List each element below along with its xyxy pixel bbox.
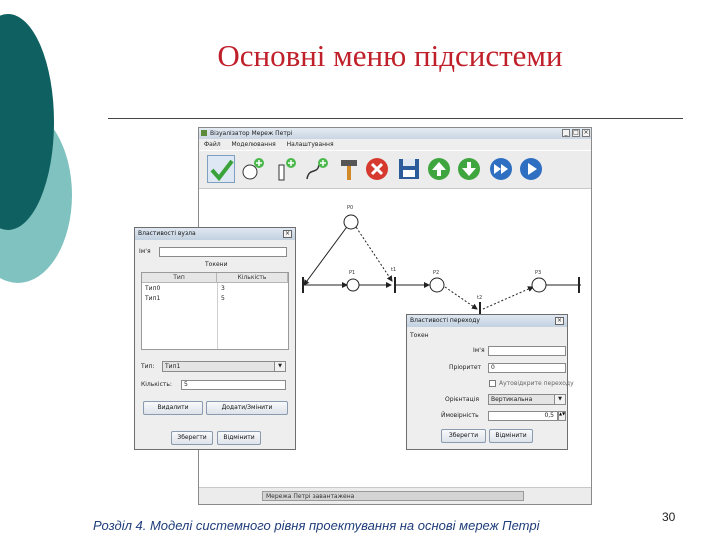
- slide-footer: Розділ 4. Моделі системного рівня проект…: [93, 518, 540, 533]
- orientation-select-value: Вертикальна: [491, 396, 533, 403]
- table-cell-type[interactable]: Тип1: [142, 294, 217, 303]
- name-label: Ім'я: [473, 347, 485, 354]
- hammer-icon: [341, 160, 357, 180]
- node-properties-dialog: Властивості вузла × Ім'я Токени Тип Кіль…: [134, 227, 296, 450]
- count-input[interactable]: 5: [181, 380, 286, 390]
- probability-input[interactable]: 0,5: [488, 411, 558, 421]
- build-button[interactable]: [335, 155, 363, 183]
- add-arc-button[interactable]: [303, 155, 331, 183]
- transition-node[interactable]: [302, 277, 304, 293]
- slide-title: Основні меню підсистеми: [217, 38, 563, 73]
- chevron-down-icon[interactable]: ▼: [274, 362, 285, 371]
- checkmark-icon: [210, 159, 234, 182]
- close-icon[interactable]: ×: [582, 129, 590, 137]
- arc[interactable]: [303, 223, 350, 286]
- delete-button[interactable]: [363, 155, 391, 183]
- transition-label: t2: [477, 295, 482, 301]
- select-tool-button[interactable]: [207, 155, 235, 183]
- menu-settings[interactable]: Налаштування: [287, 139, 334, 150]
- add-place-button[interactable]: [239, 155, 267, 183]
- close-icon[interactable]: ×: [283, 230, 292, 238]
- save-button[interactable]: Зберегти: [171, 431, 213, 445]
- arrow-up-icon: [428, 158, 450, 180]
- floppy-disk-icon: [399, 159, 419, 179]
- transition-node[interactable]: [578, 277, 580, 293]
- type-select[interactable]: Тип1 ▼: [162, 361, 286, 372]
- auto-transition-checkbox[interactable]: [489, 380, 496, 387]
- status-bar: Мережа Петрі завантажена: [199, 487, 591, 504]
- save-button[interactable]: [395, 155, 423, 183]
- cancel-button[interactable]: Відмінити: [489, 429, 533, 443]
- token-label: Токен: [410, 332, 429, 339]
- menu-bar: Файл Моделювання Налаштування: [199, 139, 591, 150]
- close-icon[interactable]: ×: [555, 317, 564, 325]
- table-cell-count[interactable]: 5: [218, 294, 288, 303]
- delete-icon: [366, 158, 388, 180]
- page-number: 30: [662, 510, 676, 524]
- orientation-label: Орієнтація: [445, 396, 479, 403]
- arrow-down-icon: [458, 158, 480, 180]
- toolbar: [199, 151, 591, 189]
- name-input[interactable]: [159, 247, 287, 257]
- move-down-button[interactable]: [455, 155, 483, 183]
- menu-simulation[interactable]: Моделювання: [232, 139, 276, 150]
- add-arc-icon: [306, 158, 328, 180]
- place-node[interactable]: [346, 278, 360, 292]
- table-cell-count[interactable]: 3: [218, 284, 288, 293]
- count-label: Кількість:: [141, 381, 172, 388]
- transition-node[interactable]: [394, 277, 396, 293]
- place-label: P1: [349, 270, 355, 276]
- window-title: Візуалізатор Мереж Петрі: [210, 130, 293, 137]
- auto-transition-label: Аутовідкрите переходу: [499, 380, 574, 387]
- priority-input[interactable]: 0: [488, 363, 566, 373]
- add-place-icon: [242, 158, 264, 180]
- title-divider: [108, 118, 683, 119]
- table-cell-type[interactable]: Тип0: [142, 284, 217, 293]
- add-transition-button[interactable]: [271, 155, 299, 183]
- arc[interactable]: [444, 286, 478, 310]
- probability-label: Ймовірність: [441, 412, 479, 419]
- cancel-button[interactable]: Відмінити: [217, 431, 261, 445]
- place-label: P0: [347, 205, 353, 211]
- remove-button[interactable]: Видалити: [143, 401, 203, 415]
- minimize-icon[interactable]: _: [562, 129, 570, 137]
- place-label: P2: [433, 270, 439, 276]
- slide-decoration: [0, 14, 72, 283]
- tokens-header: Токени: [205, 261, 228, 268]
- type-select-value: Тип1: [165, 363, 181, 370]
- place-node[interactable]: [343, 214, 359, 230]
- column-header-count[interactable]: Кількість: [217, 273, 288, 283]
- arc[interactable]: [353, 223, 393, 282]
- add-change-button[interactable]: Додати/Змінити: [206, 401, 288, 415]
- menu-file[interactable]: Файл: [204, 139, 221, 150]
- window-titlebar[interactable]: Візуалізатор Мереж Петрі _ □ ×: [199, 128, 591, 139]
- priority-label: Пріоритет: [449, 364, 482, 371]
- maximize-icon[interactable]: □: [572, 129, 580, 137]
- probability-stepper[interactable]: ▲▼: [558, 411, 566, 421]
- fast-forward-button[interactable]: [487, 155, 515, 183]
- save-button[interactable]: Зберегти: [441, 429, 486, 443]
- status-text: Мережа Петрі завантажена: [262, 491, 524, 501]
- dialog-title: Властивості вузла: [135, 228, 295, 240]
- app-icon: [201, 130, 207, 136]
- place-node[interactable]: [531, 277, 547, 293]
- name-label: Ім'я: [139, 248, 151, 255]
- transition-properties-dialog: Властивості переходу × Токен Ім'я Пріори…: [406, 314, 574, 450]
- name-input[interactable]: [488, 346, 566, 356]
- chevron-down-icon[interactable]: ▼: [554, 395, 565, 404]
- add-transition-icon: [278, 158, 296, 181]
- place-label: P3: [535, 270, 541, 276]
- play-icon: [520, 158, 542, 180]
- type-label: Тип:: [141, 363, 155, 370]
- arc[interactable]: [482, 286, 534, 310]
- dialog-title: Властивості переходу: [407, 315, 567, 327]
- move-up-button[interactable]: [425, 155, 453, 183]
- play-button[interactable]: [517, 155, 545, 183]
- tokens-table[interactable]: Тип Кількість Тип0 3 Тип1 5: [141, 272, 289, 350]
- column-header-type[interactable]: Тип: [142, 273, 217, 283]
- transition-label: t1: [391, 267, 396, 273]
- fast-forward-icon: [490, 158, 512, 180]
- orientation-select[interactable]: Вертикальна ▼: [488, 394, 566, 405]
- place-node[interactable]: [429, 277, 445, 293]
